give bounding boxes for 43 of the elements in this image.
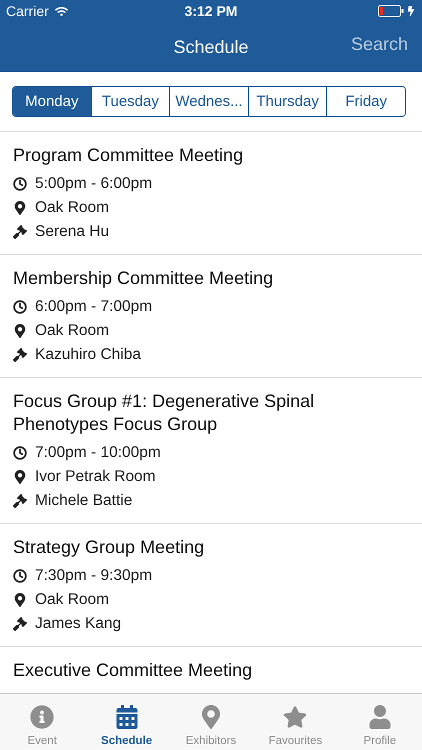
session-title: Strategy Group Meeting — [13, 536, 206, 559]
session-time: 6:00pm - 7:00pm — [35, 298, 152, 316]
gavel-icon — [13, 348, 27, 362]
session-chair: Kazuhiro Chiba — [35, 346, 141, 364]
gavel-icon — [13, 617, 27, 631]
clock-icon — [13, 446, 27, 460]
session-title: Program Committee Meeting — [13, 144, 244, 167]
gavel-icon — [13, 494, 27, 508]
clock-icon — [13, 300, 27, 314]
info-icon — [30, 705, 54, 729]
wifi-icon — [54, 4, 68, 18]
charging-icon — [406, 6, 416, 16]
clock-icon — [13, 569, 27, 583]
map-pin-icon — [13, 470, 27, 484]
session-time: 5:00pm - 6:00pm — [35, 175, 152, 193]
search-button[interactable]: Search — [350, 34, 408, 55]
person-icon — [368, 705, 392, 729]
screen-title: Schedule — [173, 36, 249, 58]
calendar-icon — [114, 705, 139, 729]
day-tab[interactable]: Monday — [13, 87, 91, 116]
session-room: Ivor Petrak Room — [35, 468, 156, 486]
session-chair: James Kang — [35, 615, 122, 633]
session-chair: Serena Hu — [35, 223, 110, 241]
session-time: 7:00pm - 10:00pm — [35, 444, 161, 462]
session-title: Focus Group #1: Degenerative Spinal Phenotypes Focus Group — [13, 390, 316, 436]
map-pin-icon — [13, 324, 27, 338]
clock-icon — [13, 177, 27, 191]
session-room: Oak Room — [35, 199, 110, 217]
session-chair: Michele Battie — [35, 492, 132, 510]
session-title: Membership Committee Meeting — [13, 267, 274, 290]
session-room: Oak Room — [35, 591, 110, 609]
tab-bar-item[interactable]: Schedule — [84, 694, 169, 750]
map-pin-icon — [13, 201, 27, 215]
star-icon — [283, 705, 308, 729]
status-time: 3:12 PM — [184, 3, 238, 19]
day-tab[interactable]: Friday — [326, 87, 405, 116]
session-title: Executive Committee Meeting — [13, 659, 254, 682]
battery-icon — [378, 5, 404, 17]
session-room: Oak Room — [35, 322, 110, 340]
session-time: 7:30pm - 9:30pm — [35, 567, 152, 585]
carrier-name: Carrier — [6, 3, 49, 19]
map-pin-icon — [13, 593, 27, 607]
gavel-icon — [13, 225, 27, 239]
